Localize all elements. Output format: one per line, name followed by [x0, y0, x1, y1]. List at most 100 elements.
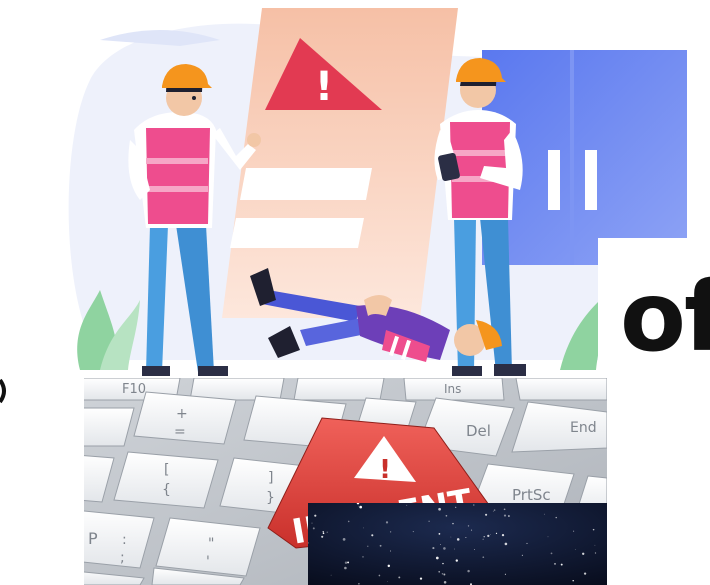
star	[501, 533, 505, 537]
svg-text:PrtSc: PrtSc	[512, 486, 551, 504]
star	[378, 574, 381, 577]
star	[550, 552, 553, 555]
star	[452, 522, 454, 525]
svg-text:': '	[206, 554, 210, 570]
star	[573, 530, 575, 532]
svg-text:;: ;	[120, 550, 125, 566]
star	[454, 548, 456, 550]
svg-text:Ins: Ins	[444, 382, 461, 396]
star	[387, 564, 391, 568]
star	[390, 550, 392, 552]
star	[443, 581, 447, 584]
star	[438, 507, 441, 511]
star	[311, 522, 313, 524]
star	[465, 537, 467, 539]
star	[482, 556, 485, 559]
star	[398, 576, 401, 579]
star	[521, 554, 523, 556]
star	[455, 559, 458, 562]
star	[445, 514, 448, 517]
star	[582, 552, 585, 555]
star	[560, 563, 563, 566]
star	[467, 525, 470, 527]
star	[385, 521, 389, 524]
star	[359, 505, 363, 509]
star	[490, 534, 491, 535]
star	[363, 527, 365, 529]
svg-text:]: ]	[268, 470, 273, 486]
star	[493, 509, 496, 511]
incident-report-sheet: !	[222, 8, 458, 318]
star	[322, 531, 324, 533]
night-sky-photo	[308, 503, 607, 585]
star	[314, 514, 317, 517]
star	[492, 510, 494, 512]
left-edge-fragment	[0, 378, 6, 404]
star	[594, 552, 597, 554]
star	[443, 547, 446, 550]
title-word-fragment: of	[620, 261, 710, 373]
svg-text:=: =	[174, 424, 186, 440]
star	[406, 504, 408, 506]
star	[344, 561, 348, 564]
star	[503, 508, 506, 511]
star	[574, 549, 576, 550]
star	[379, 544, 382, 547]
star	[443, 573, 446, 576]
star	[503, 514, 507, 517]
star	[358, 505, 359, 507]
star	[344, 566, 347, 570]
star	[412, 531, 414, 533]
star	[342, 538, 346, 541]
star	[428, 520, 430, 523]
star	[312, 527, 315, 530]
title-text-panel: of	[598, 238, 710, 408]
star	[450, 536, 452, 538]
svg-text:Del: Del	[466, 422, 491, 440]
star	[526, 542, 528, 544]
star	[321, 535, 324, 538]
star	[485, 513, 488, 516]
star	[358, 583, 360, 585]
svg-text:+: +	[176, 406, 188, 422]
star	[583, 572, 587, 575]
star	[419, 577, 423, 580]
svg-text:[: [	[164, 462, 169, 478]
svg-text:": "	[208, 536, 214, 552]
star	[487, 534, 490, 538]
star	[554, 563, 556, 565]
star	[442, 562, 444, 565]
star	[441, 573, 444, 575]
star	[440, 544, 441, 545]
exclamation-mark: !	[315, 64, 333, 110]
star	[432, 547, 435, 550]
star	[456, 538, 460, 541]
star	[438, 533, 441, 535]
svg-text:P: P	[88, 529, 98, 548]
star	[471, 529, 473, 531]
star	[555, 516, 557, 519]
star	[435, 556, 439, 560]
star	[330, 574, 332, 576]
star	[387, 581, 389, 582]
star	[495, 532, 498, 535]
star	[367, 545, 369, 547]
star	[438, 571, 440, 573]
star	[572, 579, 574, 582]
star	[326, 531, 328, 533]
star	[371, 534, 374, 537]
star	[543, 513, 545, 515]
star	[504, 573, 506, 575]
star	[473, 549, 475, 550]
star	[347, 520, 350, 523]
star	[594, 544, 596, 546]
star	[362, 556, 364, 558]
star	[455, 506, 457, 508]
star	[547, 536, 549, 538]
svg-text:!: !	[379, 455, 391, 485]
svg-text:End: End	[570, 420, 597, 436]
star	[482, 538, 484, 540]
star	[467, 569, 470, 573]
star	[322, 532, 325, 535]
star	[389, 531, 392, 533]
